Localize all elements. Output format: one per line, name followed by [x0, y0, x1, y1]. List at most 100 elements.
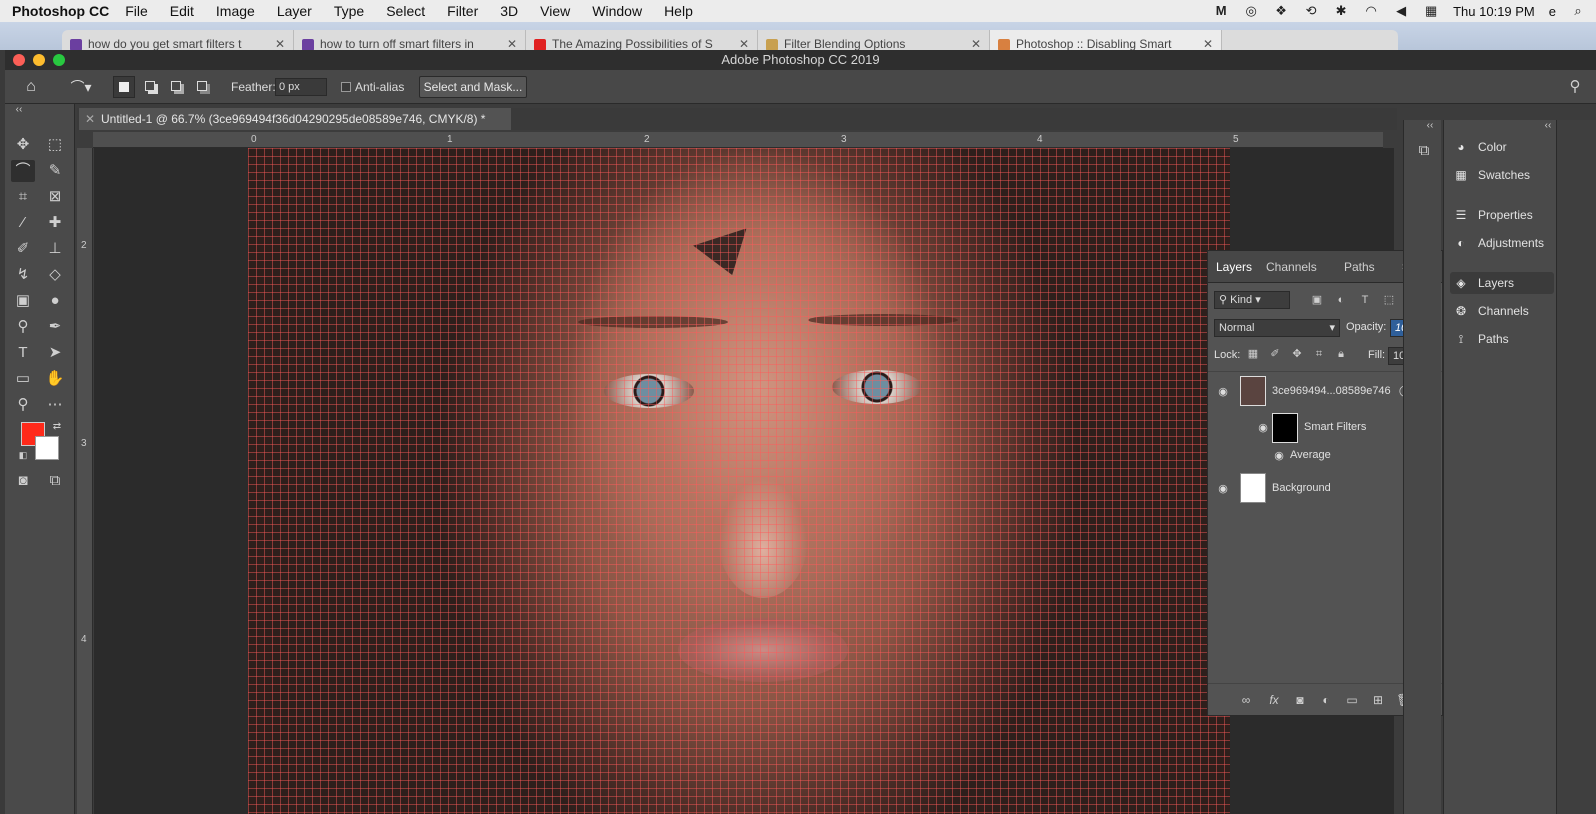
collapse-dock-icon[interactable]: ‹‹	[1418, 120, 1442, 132]
home-icon[interactable]: ⌂	[19, 76, 43, 98]
visibility-eye-icon[interactable]: ◉	[1216, 385, 1230, 399]
pixel-filter-icon[interactable]: ▣	[1310, 293, 1324, 307]
intersect-selection-icon[interactable]	[191, 76, 213, 98]
dock-item-paths[interactable]: ⟟ Paths	[1450, 328, 1554, 350]
hand-tool-icon[interactable]: ✋	[43, 368, 67, 390]
adjustment-filter-icon[interactable]: ◐	[1334, 293, 1348, 307]
menu-select[interactable]: Select	[386, 3, 425, 19]
lock-artboard-icon[interactable]: ⌗	[1312, 347, 1326, 361]
history-panel-icon[interactable]: ⧉	[1412, 140, 1436, 162]
dropbox-icon[interactable]: ❖	[1273, 4, 1289, 18]
dock-item-layers[interactable]: ◈ Layers	[1450, 272, 1554, 294]
layer-style-fx-icon[interactable]: fx	[1266, 692, 1282, 708]
dodge-tool-icon[interactable]: ⚲	[11, 316, 35, 338]
menu-clock[interactable]: Thu 10:19 PM	[1453, 4, 1535, 19]
clone-stamp-tool-icon[interactable]: ⊥	[43, 238, 67, 260]
brush-tool-icon[interactable]: ✐	[11, 238, 35, 260]
menu-help[interactable]: Help	[664, 3, 693, 19]
time-machine-icon[interactable]: ⟲	[1303, 4, 1319, 18]
new-selection-icon[interactable]	[113, 76, 135, 98]
frame-tool-icon[interactable]: ⊠	[43, 186, 67, 208]
minimize-window-button[interactable]	[33, 54, 45, 66]
close-tab-icon[interactable]: ✕	[507, 30, 517, 52]
document-canvas-image[interactable]	[248, 148, 1230, 814]
lock-all-icon[interactable]: 🔒︎	[1334, 347, 1348, 361]
collapse-panel-icon[interactable]: ‹‹	[7, 104, 31, 116]
lasso-tool-icon[interactable]: ⌒	[11, 160, 35, 182]
app-menu[interactable]: Photoshop CC	[12, 3, 109, 19]
close-tab-icon[interactable]: ✕	[739, 30, 749, 52]
lock-image-pixels-icon[interactable]: ✐	[1268, 347, 1282, 361]
tab-layers[interactable]: Layers	[1216, 260, 1252, 274]
visibility-eye-icon[interactable]: ◉	[1272, 449, 1286, 463]
move-tool-icon[interactable]: ✥	[11, 134, 35, 156]
dock-item-color[interactable]: ◕ Color	[1450, 136, 1554, 158]
lock-transparent-pixels-icon[interactable]: ▦	[1246, 347, 1260, 361]
input-source-icon[interactable]: ▦	[1423, 4, 1439, 18]
menu-window[interactable]: Window	[592, 3, 642, 19]
screen-mode-icon[interactable]: ⧉	[43, 470, 67, 492]
spotlight-icon[interactable]: ⌕	[1570, 4, 1586, 18]
browser-tab[interactable]: how to turn off smart filters in ✕	[294, 30, 526, 52]
browser-tab[interactable]: The Amazing Possibilities of S ✕	[526, 30, 758, 52]
zoom-window-button[interactable]	[53, 54, 65, 66]
wifi-icon[interactable]: ◠	[1363, 4, 1379, 18]
dock-item-channels[interactable]: ❂ Channels	[1450, 300, 1554, 322]
path-selection-tool-icon[interactable]: ➤	[43, 342, 67, 364]
marquee-tool-icon[interactable]: ⬚	[43, 134, 67, 156]
lock-position-icon[interactable]: ✥	[1290, 347, 1304, 361]
menu-edit[interactable]: Edit	[170, 3, 194, 19]
menu-file[interactable]: File	[125, 3, 148, 19]
close-window-button[interactable]	[13, 54, 25, 66]
new-adjustment-layer-icon[interactable]: ◐	[1318, 692, 1334, 708]
search-icon[interactable]: ⚲	[1563, 76, 1587, 98]
type-filter-icon[interactable]: T	[1358, 293, 1372, 307]
vertical-ruler[interactable]: 2 3 4	[77, 148, 93, 814]
visibility-eye-icon[interactable]: ◉	[1216, 482, 1230, 496]
eraser-tool-icon[interactable]: ◇	[43, 264, 67, 286]
tab-paths[interactable]: Paths	[1344, 260, 1375, 274]
history-brush-tool-icon[interactable]: ↯	[11, 264, 35, 286]
layer-name[interactable]: Background	[1272, 482, 1331, 494]
swap-colors-icon[interactable]: ⇄	[45, 416, 69, 438]
close-tab-icon[interactable]: ✕	[971, 30, 981, 52]
layer-filter-kind-select[interactable]: ⚲ Kind ▾	[1214, 291, 1290, 309]
close-tab-icon[interactable]: ✕	[1203, 30, 1213, 52]
blur-tool-icon[interactable]: ●	[43, 290, 67, 312]
background-color-swatch[interactable]	[35, 436, 59, 460]
menu-view[interactable]: View	[540, 3, 570, 19]
visibility-eye-icon[interactable]: ◉	[1256, 421, 1270, 435]
quick-selection-tool-icon[interactable]: ✎	[43, 160, 67, 182]
add-to-selection-icon[interactable]	[139, 76, 161, 98]
menu-3d[interactable]: 3D	[500, 3, 518, 19]
zoom-tool-icon[interactable]: ⚲	[11, 394, 35, 416]
dock-item-swatches[interactable]: ▦ Swatches	[1450, 164, 1554, 186]
layer-name[interactable]: 3ce969494...08589e746	[1272, 385, 1391, 397]
document-tab[interactable]: ✕ Untitled-1 @ 66.7% (3ce969494f36d04290…	[79, 108, 511, 130]
dock-item-adjustments[interactable]: ◐ Adjustments	[1450, 232, 1554, 254]
horizontal-ruler[interactable]: 0 1 2 3 4 5	[93, 132, 1383, 148]
browser-tab-active[interactable]: Photoshop :: Disabling Smart ✕	[990, 30, 1222, 52]
crop-tool-icon[interactable]: ⌗	[11, 186, 35, 208]
gradient-tool-icon[interactable]: ▣	[11, 290, 35, 312]
shape-filter-icon[interactable]: ⬚	[1382, 293, 1396, 307]
menu-filter[interactable]: Filter	[447, 3, 478, 19]
new-layer-icon[interactable]: ⊞	[1370, 692, 1386, 708]
malwarebytes-icon[interactable]: M	[1213, 4, 1229, 18]
lasso-tool-preset-icon[interactable]: ⌒▾	[63, 76, 99, 98]
antialias-checkbox[interactable]: Anti-alias	[341, 80, 404, 94]
blend-mode-select[interactable]: Normal ▾	[1214, 319, 1340, 337]
link-layers-icon[interactable]: ∞	[1238, 692, 1254, 708]
bluetooth-icon[interactable]: ✱	[1333, 4, 1349, 18]
browser-tab[interactable]: Filter Blending Options ✕	[758, 30, 990, 52]
new-group-icon[interactable]: ▭	[1344, 692, 1360, 708]
eyedropper-tool-icon[interactable]: ⁄	[11, 212, 35, 234]
menu-image[interactable]: Image	[216, 3, 255, 19]
healing-brush-tool-icon[interactable]: ✚	[43, 212, 67, 234]
menu-layer[interactable]: Layer	[277, 3, 312, 19]
close-document-icon[interactable]: ✕	[85, 108, 95, 130]
default-colors-icon[interactable]: ◧	[11, 444, 35, 466]
select-and-mask-button[interactable]: Select and Mask...	[419, 76, 527, 98]
dock-item-properties[interactable]: ☰ Properties	[1450, 204, 1554, 226]
creative-cloud-icon[interactable]: ◎	[1243, 4, 1259, 18]
